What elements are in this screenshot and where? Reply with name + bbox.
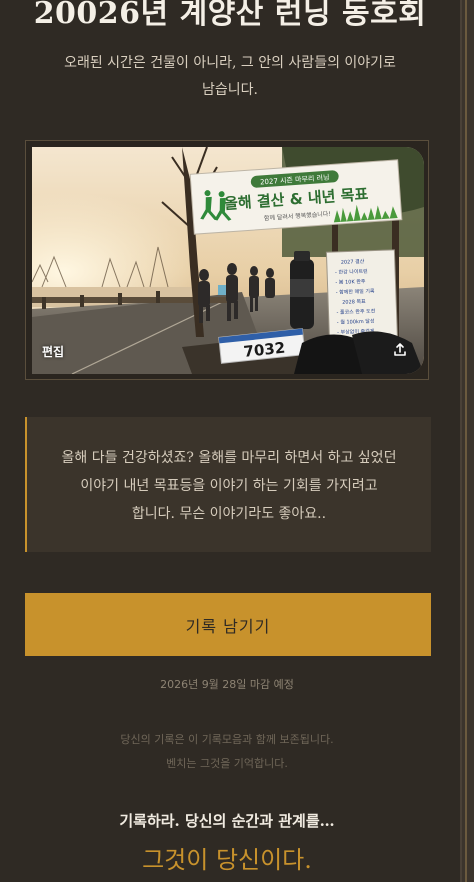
leave-record-button[interactable]: 기록 남기기	[25, 593, 431, 656]
board-line: 2028 목표	[342, 299, 366, 306]
photo-card: 2027 시즌 마무리 러닝 올해 결산 & 내년 목표 함께 달려서 행복했습…	[25, 140, 429, 380]
intro-text: 오래된 시간은 건물이 아니라, 그 안의 사람들의 이야기로 남습니다.	[40, 50, 420, 104]
event-photo[interactable]: 2027 시즌 마무리 러닝 올해 결산 & 내년 목표 함께 달려서 행복했습…	[32, 147, 424, 374]
board-line: - 월 100km 달성	[337, 318, 375, 326]
intro-line-2: 남습니다.	[202, 82, 258, 98]
tagline: 기록하라. 당신의 순간과 관계를…	[119, 812, 335, 830]
board-line: - 함께한 매일 기록	[336, 288, 375, 296]
message-panel: 올해 다들 건강하셨죠? 올해를 마무리 하면서 하고 싶었던 이야기 내년 목…	[25, 417, 431, 552]
intro-line-1: 오래된 시간은 건물이 아니라, 그 안의 사람들의 이야기로	[64, 55, 396, 71]
share-upload-icon	[394, 343, 406, 356]
note-line-1: 당신의 기록은 이 기록모음과 함께 보존됩니다.	[120, 733, 334, 746]
board-line: 2027 결산	[341, 258, 365, 266]
board-line: - 풀코스 완주 도전	[336, 308, 375, 316]
message-line-3: 합니다. 무슨 이야기라도 좋아요..	[131, 506, 327, 522]
note-line-2: 벤치는 그것을 기억합니다.	[166, 757, 288, 770]
edit-button[interactable]: 편집	[42, 343, 64, 360]
preservation-note: 당신의 기록은 이 기록모음과 함께 보존됩니다. 벤치는 그것을 기억합니다.	[0, 728, 454, 776]
message-line-2: 이야기 내년 목표등을 이야기 하는 기회를 가지려고	[80, 478, 378, 494]
tagline-accent: 그것이 당신이다.	[142, 846, 312, 874]
share-button[interactable]	[388, 338, 412, 362]
board-line: - 봄 10K 완주	[335, 278, 366, 286]
page-title: 20026년 계양산 런닝 동호회	[33, 0, 427, 31]
deadline-text: 2026년 9월 28일 마감 예정	[160, 678, 294, 691]
scrollbar-track[interactable]	[460, 0, 474, 882]
board-line: - 한강 나이트런	[335, 268, 368, 276]
message-line-1: 올해 다들 건강하셨죠? 올해를 마무리 하면서 하고 싶었던	[61, 450, 397, 466]
